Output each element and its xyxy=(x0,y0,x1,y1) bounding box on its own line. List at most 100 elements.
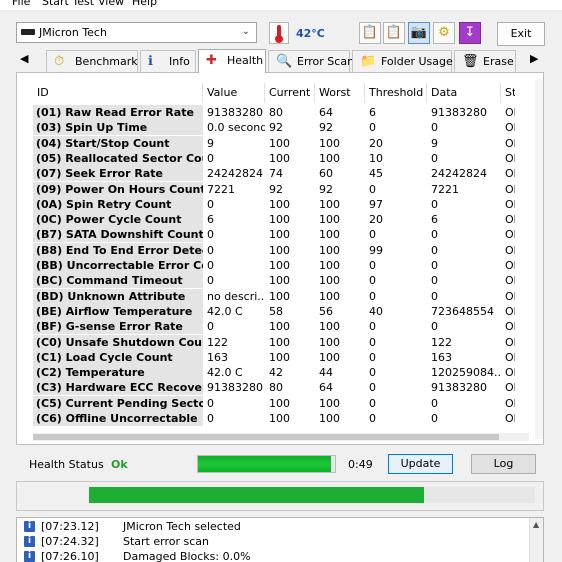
table-row[interactable]: (C2) Temperature 42.0 C 42 44 0 120259084... O… xyxy=(33,365,515,381)
attr-current: 80 xyxy=(269,106,283,119)
attr-id: (04) Start/Stop Count xyxy=(33,135,203,151)
table-row[interactable]: (BC) Command Timeout 0 100 100 0 0 Ok xyxy=(33,273,515,289)
attr-data: 9 xyxy=(431,136,438,150)
attr-data: 0 xyxy=(431,121,438,135)
table-row[interactable]: (C6) Offline Uncorrectable 0 100 100 0 0 Ok xyxy=(33,411,515,426)
scroll-up-icon[interactable]: ▲ xyxy=(533,520,539,529)
attr-data: 0 xyxy=(431,289,438,303)
attr-id: (C2) Temperature xyxy=(33,365,203,381)
scrollbar-thumb[interactable] xyxy=(33,434,499,440)
tab-benchmark[interactable]: ⏱ Benchmark xyxy=(46,50,138,72)
copy-text-button[interactable]: 📋 xyxy=(359,22,381,44)
tab-scroll-right-icon[interactable]: ▶ xyxy=(530,52,538,65)
tab-erase[interactable]: 🗑 Erase xyxy=(454,50,516,72)
attr-threshold: 0 xyxy=(369,289,376,303)
menu-start-test[interactable]: Start Test xyxy=(42,0,94,8)
tab-error-scan-label: Error Scan xyxy=(297,55,355,68)
table-row[interactable]: (BD) Unknown Attribute no descri... 100 100… xyxy=(33,288,515,304)
attr-id: (BC) Command Timeout xyxy=(33,273,203,289)
log-time: [07:24.32] xyxy=(41,535,99,548)
copy-image-button[interactable]: 📋 xyxy=(383,22,405,44)
table-row[interactable]: (09) Power On Hours Count 7221 92 92 0 7221 Ok xyxy=(33,181,515,197)
col-current[interactable]: Current xyxy=(265,83,315,103)
options-button[interactable]: ⚙ xyxy=(433,22,455,44)
table-header: ID Value Current Worst Threshold Data St… xyxy=(33,83,515,103)
tab-info[interactable]: ℹ Info xyxy=(140,50,196,72)
table-row[interactable]: (C0) Unsafe Shutdown Count 122 100 100 0 122 O… xyxy=(33,334,515,350)
attr-id: (0C) Power Cycle Count xyxy=(33,212,203,228)
table-row[interactable]: (BE) Airflow Temperature 42.0 C 58 56 40 7236… xyxy=(33,303,515,319)
download-button[interactable]: ↧ xyxy=(459,22,481,44)
attr-current: 100 xyxy=(269,396,290,410)
health-status-value: Ok xyxy=(111,458,128,471)
col-status[interactable]: Stat xyxy=(501,83,515,103)
screenshot-button[interactable]: 📷 xyxy=(408,22,430,44)
log-scrollbar[interactable]: ▲ xyxy=(529,518,543,562)
attr-worst: 100 xyxy=(319,396,340,410)
menu-help[interactable]: Help xyxy=(132,0,157,8)
attr-current: 42 xyxy=(269,366,283,380)
attr-status: Ok xyxy=(505,320,515,334)
tab-error-scan[interactable]: 🔍 Error Scan xyxy=(268,50,354,72)
table-row[interactable]: (04) Start/Stop Count 9 100 100 20 9 Ok xyxy=(33,135,515,151)
attr-id: (05) Reallocated Sector Count xyxy=(33,150,203,166)
attr-data: 91383280 xyxy=(431,106,487,119)
attr-status: Ok xyxy=(505,412,515,425)
tab-folder-usage[interactable]: 📁 Folder Usage xyxy=(352,50,453,72)
attr-worst: 100 xyxy=(319,228,340,242)
tab-health-label: Health xyxy=(227,54,264,67)
attr-current: 100 xyxy=(269,412,290,425)
table-row[interactable]: (C5) Current Pending Sector 0 100 100 0 0 Ok xyxy=(33,395,515,411)
menu-file[interactable]: File xyxy=(12,0,30,8)
table-row[interactable]: (BB) Uncorrectable Error Count 0 100 100 0 0 O… xyxy=(33,258,515,273)
attr-status: Ok xyxy=(505,228,515,242)
table-vertical-scrollbar[interactable] xyxy=(535,79,543,439)
attr-id: (BD) Unknown Attribute xyxy=(33,288,203,304)
table-horizontal-scrollbar[interactable] xyxy=(33,433,529,441)
attr-status: Ok xyxy=(505,121,515,135)
table-row[interactable]: (BF) G-sense Error Rate 0 100 100 0 0 Ok xyxy=(33,319,515,335)
attr-worst: 60 xyxy=(319,167,333,181)
col-data[interactable]: Data xyxy=(427,83,501,103)
attr-id: (03) Spin Up Time xyxy=(33,120,203,136)
attr-id: (C3) Hardware ECC Recovered xyxy=(33,380,203,396)
log-button[interactable]: Log xyxy=(471,454,536,474)
attr-data: 24242824 xyxy=(431,167,487,181)
col-worst[interactable]: Worst xyxy=(315,83,365,103)
table-row[interactable]: (01) Raw Read Error Rate 91383280 80 64 6 913… xyxy=(33,105,515,120)
attr-value: 24242824 xyxy=(207,167,263,181)
col-threshold[interactable]: Threshold xyxy=(365,83,427,103)
table-row[interactable]: (07) Seek Error Rate 24242824 74 60 45 242428… xyxy=(33,166,515,182)
table-row[interactable]: (C1) Load Cycle Count 163 100 100 0 163 Ok xyxy=(33,349,515,365)
col-id[interactable]: ID xyxy=(33,83,203,103)
log-time: [07:26.10] xyxy=(41,550,99,562)
menu-view[interactable]: View xyxy=(98,0,124,8)
drive-select[interactable]: JMicron Tech ⌄ xyxy=(16,22,257,43)
tab-health[interactable]: ✚ Health xyxy=(198,49,266,73)
stopwatch-icon: ⏱ xyxy=(54,54,65,69)
attr-threshold: 0 xyxy=(369,121,376,135)
update-button[interactable]: Update xyxy=(388,454,453,474)
attr-current: 100 xyxy=(269,243,290,257)
table-row[interactable]: (05) Reallocated Sector Count0100100100O… xyxy=(33,150,515,166)
attr-worst: 100 xyxy=(319,136,340,150)
table-row[interactable]: (C3) Hardware ECC Recovered 91383280 80 64 0… xyxy=(33,380,515,396)
attr-threshold: 0 xyxy=(369,320,376,334)
table-row[interactable]: (0A) Spin Retry Count 0 100 100 97 0 Ok xyxy=(33,196,515,212)
attr-status: Ok xyxy=(505,151,515,165)
exit-button[interactable]: Exit xyxy=(497,22,545,46)
tab-folder-usage-label: Folder Usage xyxy=(381,55,453,68)
attr-threshold: 0 xyxy=(369,274,376,288)
attr-threshold: 0 xyxy=(369,366,376,380)
col-value[interactable]: Value xyxy=(203,83,265,103)
attr-value: no descri... xyxy=(207,289,265,303)
attr-status: Ok xyxy=(505,259,515,272)
table-row[interactable]: (03) Spin Up Time 0.0 seconds 92 92 0 0 Ok xyxy=(33,120,515,136)
chevron-down-icon: ⌄ xyxy=(241,26,250,37)
table-row[interactable]: (0C) Power Cycle Count 6 100 100 20 6 Ok xyxy=(33,212,515,228)
attr-threshold: 40 xyxy=(369,304,383,318)
table-row[interactable]: (B7) SATA Downshift Count 0 100 100 0 0 Ok xyxy=(33,227,515,243)
table-row[interactable]: (B8) End To End Error Detection 0 100 100 99… xyxy=(33,242,515,258)
attr-data: 6 xyxy=(431,213,438,227)
attr-value: 9 xyxy=(207,136,214,150)
